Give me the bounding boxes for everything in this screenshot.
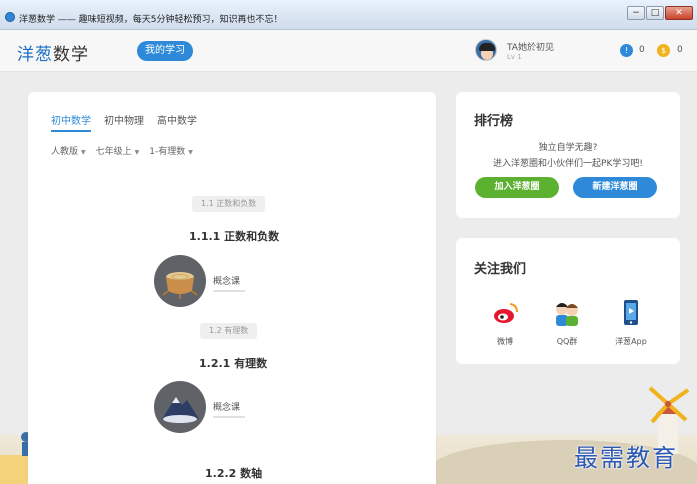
user-name[interactable]: TA她於初见 [507, 40, 554, 53]
logo[interactable]: 洋葱数学 [17, 40, 89, 65]
window-title: 洋葱数学 —— 趣味短视频，每天5分钟轻松预习，知识再也不忘！ [19, 15, 283, 25]
follow-qq-group-label: QQ群 [556, 337, 578, 346]
gold-coin-icon: $ [657, 44, 670, 57]
chevron-down-icon: ▼ [81, 149, 86, 156]
tab-senior-math[interactable]: 高中数学 [157, 112, 197, 132]
avatar[interactable] [475, 39, 497, 61]
tab-junior-math[interactable]: 初中数学 [51, 112, 91, 132]
lesson-type-label[interactable]: 概念课 [213, 274, 240, 287]
section-title: 1.2.1 有理数 [199, 357, 268, 370]
subject-tabs: 初中数学 初中物理 高中数学 [51, 112, 197, 132]
app-window: 洋葱数学 —— 趣味短视频，每天5分钟轻松预习，知识再也不忘！ − □ ✕ 洋葱… [0, 0, 697, 484]
ranking-card: 排行榜 独立自学无趣? 进入洋葱圈和小伙伴们一起PK学习吧! 加入洋葱圈 新建洋… [456, 92, 680, 218]
lesson-thumbnail[interactable] [154, 255, 206, 307]
close-button[interactable]: ✕ [665, 6, 693, 20]
section-title: 1.1.1 正数和负数 [189, 230, 280, 243]
logo-word: 数学 [53, 45, 89, 65]
ranking-title: 排行榜 [474, 114, 514, 129]
filter-bar: 人教版 ▼ 七年级上 ▼ 1-有理数 ▼ [51, 144, 193, 157]
chevron-down-icon: ▼ [188, 149, 193, 156]
edition-dropdown[interactable]: 人教版 ▼ [51, 144, 86, 157]
mountain-icon [162, 397, 199, 423]
section-badge: 1.1 正数和负数 [192, 196, 266, 212]
lesson-thumbnail[interactable] [154, 381, 206, 433]
grade-dropdown[interactable]: 七年级上 ▼ [96, 144, 140, 157]
app-icon [5, 12, 15, 22]
gold-coin-count: 0 [677, 45, 683, 55]
weibo-icon [494, 303, 518, 323]
qq-group-icon [556, 303, 578, 326]
chapter-label: 1-有理数 [149, 147, 186, 157]
section-title: 1.2.2 数轴 [205, 467, 263, 480]
grade-label: 七年级上 [95, 147, 132, 157]
section-badge: 1.2 有理数 [200, 323, 258, 339]
minimize-button[interactable]: − [627, 6, 645, 20]
chevron-down-icon: ▼ [134, 149, 140, 156]
join-circle-button[interactable]: 加入洋葱圈 [475, 177, 559, 198]
follow-app-label: 洋葱App [615, 337, 647, 346]
window-controls: − □ ✕ [627, 6, 693, 20]
follow-qq-group[interactable]: QQ群 [544, 298, 590, 347]
user-level: Lv 1 [507, 53, 522, 61]
watermark-text: 最需教育 [574, 444, 678, 472]
follow-card: 关注我们 微博 QQ群 洋葱App [456, 238, 680, 364]
avatar-hair [479, 43, 495, 51]
follow-app[interactable]: 洋葱App [608, 298, 654, 347]
follow-title: 关注我们 [474, 262, 527, 277]
lesson-type-label[interactable]: 概念课 [213, 400, 240, 413]
logo-brand: 洋葱 [17, 45, 53, 65]
blue-coin-icon: ! [620, 44, 633, 57]
edition-label: 人教版 [51, 147, 79, 157]
follow-weibo[interactable]: 微博 [482, 298, 528, 347]
course-panel: 初中数学 初中物理 高中数学 人教版 ▼ 七年级上 ▼ 1-有理数 ▼ 1.1 正数和… [28, 92, 436, 484]
my-learning-button[interactable]: 我的学习 [137, 41, 193, 61]
ranking-text-2: 进入洋葱圈和小伙伴们一起PK学习吧! [493, 159, 643, 169]
chapter-dropdown[interactable]: 1-有理数 ▼ [149, 144, 193, 157]
progress-line [213, 416, 245, 418]
character-decoration-icon [0, 432, 28, 484]
title-bar: 洋葱数学 —— 趣味短视频，每天5分钟轻松预习，知识再也不忘！ − □ ✕ [0, 0, 697, 30]
tree-stump-icon [162, 272, 198, 299]
follow-weibo-label: 微博 [497, 337, 513, 346]
app-header: 洋葱数学 我的学习 TA她於初见 Lv 1 ! 0 $ 0 [0, 30, 697, 72]
ranking-text-1: 独立自学无趣? [538, 143, 598, 153]
blue-coin-count: 0 [639, 45, 645, 55]
tab-junior-physics[interactable]: 初中物理 [104, 112, 144, 132]
create-circle-button[interactable]: 新建洋葱圈 [573, 177, 657, 198]
maximize-button[interactable]: □ [646, 6, 664, 20]
progress-line [213, 290, 245, 292]
phone-app-icon [624, 300, 638, 325]
